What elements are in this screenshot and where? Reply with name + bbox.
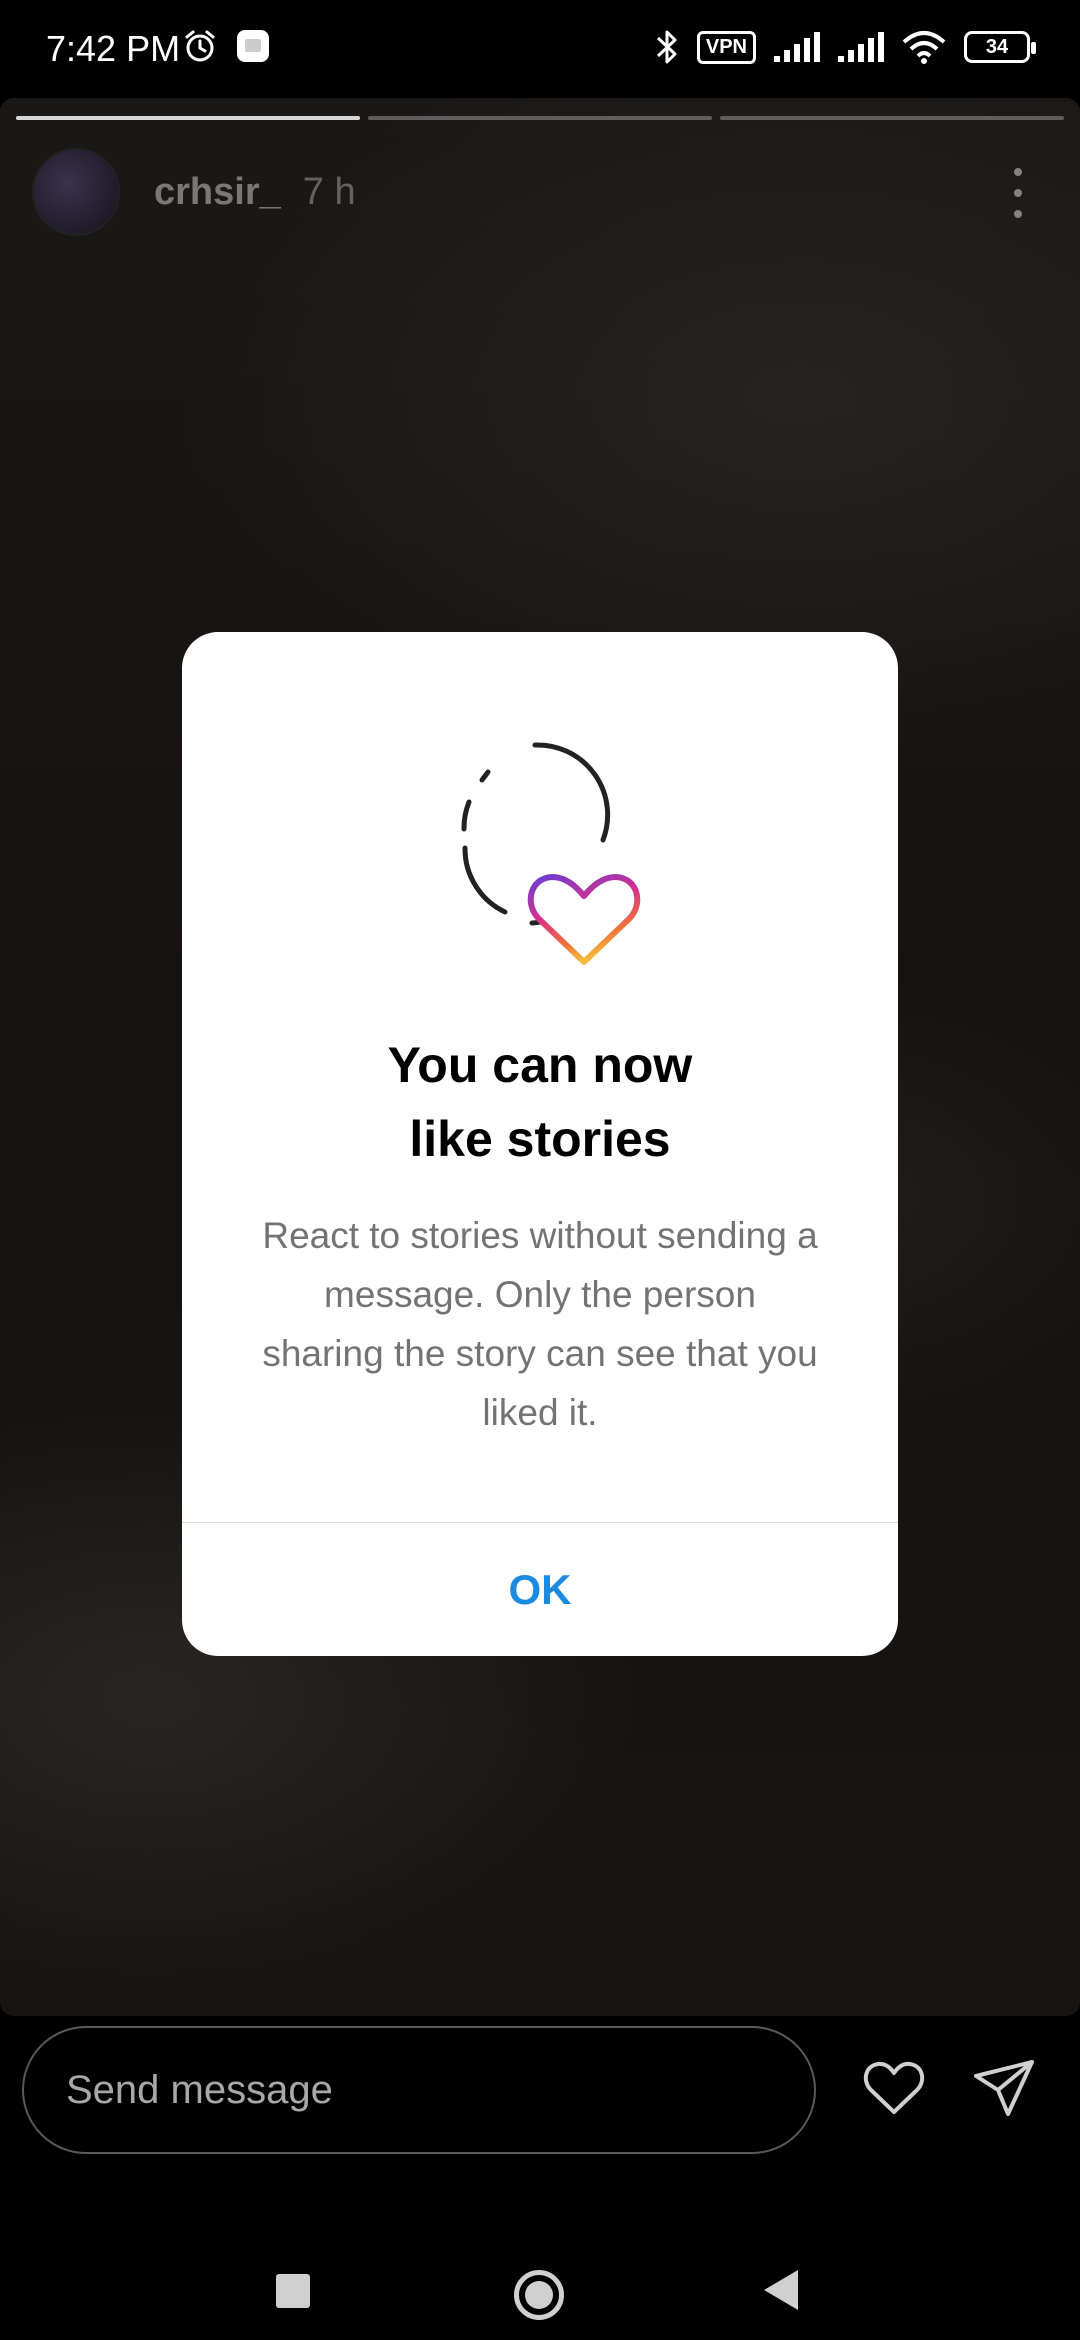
notification-app-icon xyxy=(237,30,269,62)
like-stories-dialog: You can now like stories React to storie… xyxy=(182,632,898,1656)
message-bar: Send message xyxy=(0,2016,1080,2186)
story-progress-segment xyxy=(368,116,712,120)
status-right-icons: VPN 34 xyxy=(655,28,1036,66)
back-icon[interactable] xyxy=(764,2270,798,2310)
ok-button[interactable]: OK xyxy=(182,1523,898,1656)
story-time-ago: 7 h xyxy=(302,170,356,213)
home-icon[interactable] xyxy=(514,2270,564,2320)
heart-icon[interactable] xyxy=(858,2052,930,2124)
story-progress-fill xyxy=(16,116,360,120)
story-like-heart-icon xyxy=(461,742,641,965)
battery-level: 34 xyxy=(985,35,1009,58)
status-time: 7:42 PM xyxy=(46,28,181,69)
send-message-placeholder: Send message xyxy=(66,2067,333,2112)
recents-icon[interactable] xyxy=(276,2274,310,2308)
send-icon[interactable] xyxy=(968,2052,1040,2124)
story-progress-segment xyxy=(16,116,360,120)
story-username[interactable]: crhsir_ xyxy=(154,171,281,214)
vpn-icon: VPN xyxy=(696,30,756,64)
status-left-icons xyxy=(182,28,270,64)
signal-icon xyxy=(838,32,884,62)
battery-icon: 34 xyxy=(964,31,1036,63)
story-progress-bar xyxy=(16,116,1064,120)
signal-icon xyxy=(774,32,820,62)
bluetooth-icon xyxy=(656,30,677,64)
story-header: crhsir_ 7 h xyxy=(32,148,356,236)
alarm-icon xyxy=(185,30,215,62)
more-vertical-icon[interactable] xyxy=(1008,168,1028,218)
avatar[interactable] xyxy=(32,148,120,236)
send-message-input[interactable]: Send message xyxy=(22,2026,816,2154)
system-nav-bar xyxy=(0,2186,1080,2340)
dialog-body: React to stories without sending a messa… xyxy=(262,1215,818,1433)
dialog-title: You can now like stories xyxy=(387,1037,693,1167)
status-bar: 7:42 PM VPN 34 xyxy=(0,0,1080,98)
story-progress-segment xyxy=(720,116,1064,120)
wifi-icon xyxy=(902,31,946,64)
